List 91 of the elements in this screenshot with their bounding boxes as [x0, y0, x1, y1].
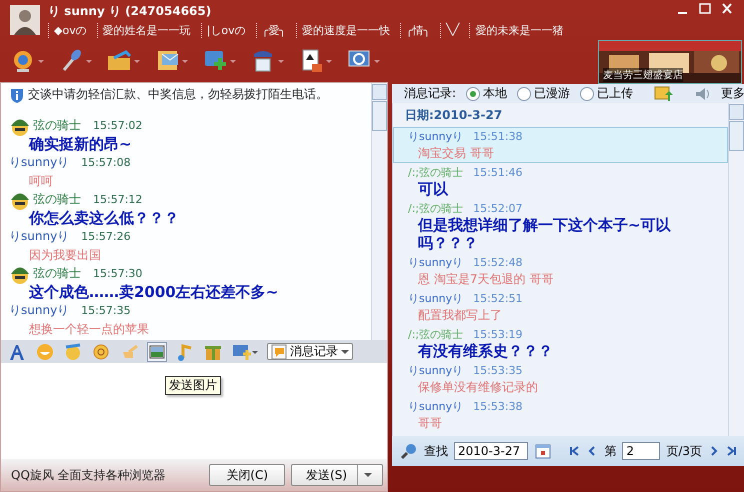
ad-caption: 麦当劳三翅盛宴店	[603, 68, 683, 82]
search-label: 查找	[424, 442, 448, 460]
chat-bubble-icon	[271, 344, 287, 360]
message-text: 想换一个轻一点的苹果	[28, 321, 150, 338]
signature-text: 愛的姓名是一一玩	[96, 22, 191, 38]
history-entry[interactable]: /:;弦の骑士 15:53:19 有没有维系史？？？	[393, 325, 728, 361]
message-time: 15:51:38	[473, 130, 523, 142]
sender-name: りsunnyり	[408, 128, 464, 144]
calendar-icon[interactable]	[534, 442, 552, 460]
message-time: 15:57:12	[93, 193, 142, 206]
signature-text: ◆ovの	[48, 22, 87, 38]
sender-name: りsunnyり	[408, 254, 464, 270]
signature-text: |しovの	[200, 22, 246, 38]
sender-name: りsunnyり	[408, 398, 464, 414]
image-icon	[149, 344, 165, 360]
sender-name: りsunnyり	[408, 290, 464, 306]
sender-name: 弦の骑士	[33, 117, 81, 134]
message-text: 淘宝交易 哥哥	[417, 145, 495, 162]
message-text: 保修单没有维修记录的	[417, 379, 539, 396]
date-heading: 日期:2010-3-27	[404, 107, 504, 124]
first-page-icon[interactable]	[568, 444, 580, 458]
tooltip: 发送图片	[165, 376, 221, 395]
history-entry[interactable]: /:;弦の骑士 15:51:46 可以	[393, 163, 728, 199]
sender-name: /:;弦の骑士	[408, 326, 464, 342]
sender-name: /:;弦の骑士	[408, 164, 464, 180]
signature-text: ╭情╮	[400, 22, 430, 38]
message-text: 恩 淘宝是7天包退的 哥哥	[417, 271, 554, 288]
message-time: 15:51:46	[473, 166, 523, 178]
dizzy-face-icon[interactable]	[91, 342, 111, 362]
date-field[interactable]: 2010-3-27	[454, 442, 528, 460]
history-entry[interactable]: りsunnyり 15:53:35 保修单没有维修记录的	[393, 361, 728, 397]
wink-face-icon[interactable]	[63, 342, 83, 362]
message-text: 但是我想详细了解一下这个本子~可以吗？？？	[416, 216, 672, 252]
source-radio[interactable]: 本地	[466, 85, 508, 102]
message-time: 15:57:26	[81, 230, 131, 243]
send-button[interactable]: 发送(S)	[291, 464, 383, 486]
sender-name: 弦の骑士	[33, 191, 81, 208]
last-page-icon[interactable]	[726, 444, 738, 458]
message-time: 15:57:02	[93, 119, 142, 132]
message-time: 15:52:48	[473, 256, 523, 268]
sender-name: 弦の骑士	[33, 265, 81, 282]
status-text: QQ旋风 全面支持各种浏览器	[11, 466, 167, 484]
message-time: 15:53:38	[473, 400, 523, 412]
signature-text: ╭愛╮	[256, 22, 286, 38]
info-shield-icon	[9, 86, 25, 102]
message-time: 15:57:30	[93, 267, 142, 280]
security-notice: 交谈中请勿轻信汇款、中奖信息，勿轻易拨打陌生电话。	[28, 86, 328, 103]
message-text: 有没有维系史？？？	[416, 342, 554, 360]
message-time: 15:52:51	[473, 292, 523, 304]
send-image-button[interactable]	[147, 342, 167, 362]
close-button[interactable]: 关闭(C)	[209, 464, 286, 486]
search-icon	[400, 442, 418, 460]
sender-name: りsunnyり	[408, 362, 464, 378]
history-entry[interactable]: りsunnyり 15:53:38 哥哥	[393, 397, 728, 433]
message-text: 你怎么卖这么低？？？	[28, 208, 180, 228]
history-entry[interactable]: りsunnyり 15:52:48 恩 淘宝是7天包退的 哥哥	[393, 253, 728, 289]
page-total: 页/3页	[666, 442, 702, 460]
history-entry[interactable]: /:;弦の骑士 15:52:07 但是我想详细了解一下这个本子~可以吗？？？	[393, 199, 728, 253]
message-text: 配置我都写上了	[417, 307, 503, 324]
message-history-button[interactable]: 消息记录	[267, 343, 353, 360]
page-field[interactable]: 2	[622, 442, 660, 460]
message-time: 15:57:35	[81, 304, 131, 317]
message-text: 因为我要出国	[28, 247, 102, 264]
sender-name: りsunnyり	[9, 302, 70, 319]
window-title: り sunny り (247054665)	[48, 2, 212, 20]
sender-name: りsunnyり	[9, 228, 70, 245]
message-time: 15:52:07	[473, 202, 523, 214]
source-radio[interactable]: 已上传	[580, 85, 634, 102]
history-entry[interactable]: りsunnyり 15:52:51 配置我都写上了	[393, 289, 728, 325]
sender-name: /:;弦の骑士	[408, 200, 464, 216]
message-text: 哥哥	[417, 415, 443, 432]
history-entry[interactable]: りsunnyり 15:51:38 淘宝交易 哥哥	[393, 127, 728, 163]
source-radio[interactable]: 已漫游	[517, 85, 570, 102]
message-time: 15:57:08	[81, 156, 131, 169]
page-prefix: 第	[604, 442, 616, 460]
more-link[interactable]: 更多	[721, 85, 744, 102]
scrollbar[interactable]	[728, 103, 744, 436]
message-text: 呵呵	[28, 173, 54, 190]
message-text: 确实挺新的昂~	[28, 134, 133, 154]
sender-name: りsunnyり	[9, 154, 70, 171]
signature-text: 愛的未来是一一猪	[469, 22, 564, 38]
scrollbar[interactable]	[371, 83, 387, 340]
message-text: 可以	[417, 180, 450, 198]
avatar-icon	[10, 5, 40, 35]
signature-text: ╲╱	[440, 22, 460, 38]
message-time: 15:53:35	[473, 364, 523, 376]
message-text: 这个成色……卖2000左右还差不多~	[28, 282, 280, 302]
signature-text: 愛的速度是一一快	[296, 22, 390, 38]
message-time: 15:53:19	[473, 328, 523, 340]
export-chat-icon[interactable]	[653, 84, 674, 102]
history-label: 消息记录:	[404, 85, 456, 102]
